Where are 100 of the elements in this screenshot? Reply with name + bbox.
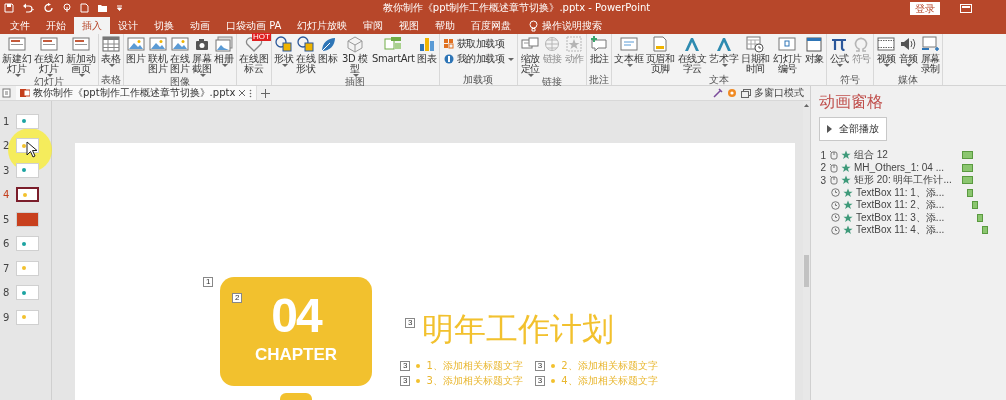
ribbon-button[interactable]: 在线图片	[169, 35, 191, 77]
animation-item[interactable]: TextBox 11: 1、添...	[819, 186, 998, 199]
ribbon-button[interactable]: 幻灯片编号	[771, 35, 804, 75]
ribbon-button[interactable]: 表格	[100, 35, 122, 75]
menu-tab[interactable]: 幻灯片放映	[289, 17, 356, 34]
timing-bar	[962, 151, 973, 160]
mouse-click-icon	[829, 162, 838, 173]
ribbon-button[interactable]: 新建幻灯片	[1, 35, 33, 77]
ribbon-button[interactable]: 文本框	[613, 35, 645, 75]
ribbon-button[interactable]: 屏幕截图	[191, 35, 213, 77]
slide-number: 3	[3, 164, 11, 176]
ribbon-button[interactable]: 日期和时间	[739, 35, 772, 75]
undo-icon[interactable]	[22, 3, 36, 13]
clock-icon	[831, 200, 840, 210]
menu-tab[interactable]: 切换	[146, 17, 182, 34]
window-mode-button[interactable]: 多窗口模式	[741, 86, 804, 100]
slide-thumbnail[interactable]	[16, 187, 39, 203]
timing-bar	[972, 201, 978, 210]
ribbon-button[interactable]: 批注	[588, 35, 611, 75]
add-in-icon	[442, 53, 455, 64]
ribbon-button[interactable]: 在线文字云	[676, 35, 709, 75]
ribbon-button[interactable]: 新加动画页	[65, 35, 97, 77]
ribbon-button[interactable]: 图表	[415, 35, 438, 77]
redo-icon[interactable]	[44, 3, 54, 13]
ribbon-button[interactable]: 联机图片	[147, 35, 169, 77]
ribbon-button[interactable]: 形状	[273, 35, 295, 77]
ribbon-button[interactable]: 在线幻灯片	[33, 35, 65, 77]
ribbon-button[interactable]: 获取加载项	[440, 38, 517, 50]
clock-icon	[831, 188, 840, 198]
ribbon-button[interactable]: 缩放定位	[519, 35, 542, 77]
customize-icon[interactable]	[116, 3, 123, 13]
clock-icon	[831, 225, 840, 235]
caret-icon	[79, 74, 85, 77]
add-icon[interactable]	[261, 88, 271, 98]
caret-icon	[200, 74, 206, 77]
menu-tab[interactable]: 设计	[110, 17, 146, 34]
animation-item[interactable]: TextBox 11: 2、添...	[819, 199, 998, 212]
bullet-icon	[416, 364, 421, 368]
menu-tab[interactable]: 审阅	[355, 17, 392, 34]
touch-mode-icon[interactable]	[62, 3, 72, 13]
caret-icon	[508, 57, 515, 61]
play-all-button[interactable]: 全部播放	[819, 117, 887, 141]
shapes-icon	[296, 35, 316, 53]
caret-icon	[222, 64, 228, 67]
play-icon	[827, 125, 832, 133]
ribbon-button[interactable]: 图片	[125, 35, 147, 77]
document-list-icon[interactable]	[2, 88, 12, 98]
group-label: 文本	[709, 74, 730, 85]
menu-tab[interactable]: 文件	[2, 17, 38, 34]
star-icon	[843, 225, 853, 236]
animation-tag: 3	[534, 376, 546, 386]
slide-number: 5	[3, 213, 11, 225]
tell-me-search[interactable]: 操作说明搜索	[542, 18, 603, 33]
menu-tab[interactable]: 视图	[391, 17, 428, 34]
close-icon[interactable]	[238, 89, 247, 97]
ribbon-button[interactable]: 相册	[213, 35, 235, 77]
document-tab[interactable]: 教你制作《ppt制作工作概述章节切换》.pptx	[16, 86, 258, 100]
animation-tag: 1	[203, 277, 214, 287]
ribbon-options-icon[interactable]	[960, 3, 972, 13]
ribbon-button[interactable]: 在线形状	[295, 35, 317, 77]
animation-item[interactable]: 3 矩形 20: 明年工作计...	[819, 174, 998, 187]
folder-icon[interactable]	[97, 3, 108, 13]
group-label: 符号	[840, 74, 861, 85]
caret-icon	[109, 64, 115, 67]
menu-tab[interactable]: 开始	[38, 17, 74, 34]
animation-item[interactable]: TextBox 11: 4、添...	[819, 224, 998, 237]
menu-tab[interactable]: 百度网盘	[463, 17, 520, 34]
hot-badge: HOT	[252, 33, 271, 41]
slide-title: 明年工作计划	[422, 309, 614, 349]
ribbon-button[interactable]: 音频	[897, 35, 920, 75]
menu-tab[interactable]: 插入	[74, 17, 110, 34]
new-file-icon[interactable]	[80, 3, 89, 13]
ribbon-button[interactable]: 屏幕录制	[919, 35, 942, 75]
scrollbar-thumb[interactable]	[804, 255, 809, 287]
ribbon-button[interactable]: 公式	[828, 35, 851, 75]
animation-item[interactable]: 2 MH_Others_1: 04 ...	[819, 161, 998, 174]
login-button[interactable]: 登录	[910, 1, 940, 15]
ribbon-button[interactable]: 页眉和页脚	[644, 35, 677, 75]
ribbon-button[interactable]: 3D 模型	[339, 35, 371, 77]
animation-name: TextBox 11: 3、添...	[856, 210, 946, 225]
animation-item[interactable]: TextBox 11: 3、添...	[819, 211, 998, 224]
menu-tab[interactable]: 帮助	[427, 17, 464, 34]
caret-icon	[884, 64, 891, 67]
bullet-text: 3、添加相关标题文字	[426, 375, 523, 387]
ribbon-button[interactable]: 图标	[317, 35, 339, 77]
timing-bar	[982, 226, 988, 235]
wand-icon[interactable]	[713, 88, 723, 98]
mouse-click-icon	[829, 150, 838, 161]
animation-item[interactable]: 1 组合 12	[819, 149, 998, 162]
save-icon[interactable]	[4, 3, 14, 13]
menu-tab[interactable]: 口袋动画 PA	[218, 17, 290, 34]
ribbon-button[interactable]: 我的加载项	[440, 53, 517, 65]
ribbon-button[interactable]: HOT 在线图标云	[238, 35, 270, 75]
slide-number: 9	[3, 311, 11, 323]
ribbon-button[interactable]: 视频	[875, 35, 898, 75]
menu-tab[interactable]: 动画	[182, 17, 218, 34]
ribbon-button[interactable]: 对象	[803, 35, 826, 75]
ribbon-button[interactable]: SmartArt	[371, 35, 416, 77]
ribbon-button[interactable]: 艺术字	[708, 35, 740, 75]
caret-icon	[528, 74, 535, 77]
